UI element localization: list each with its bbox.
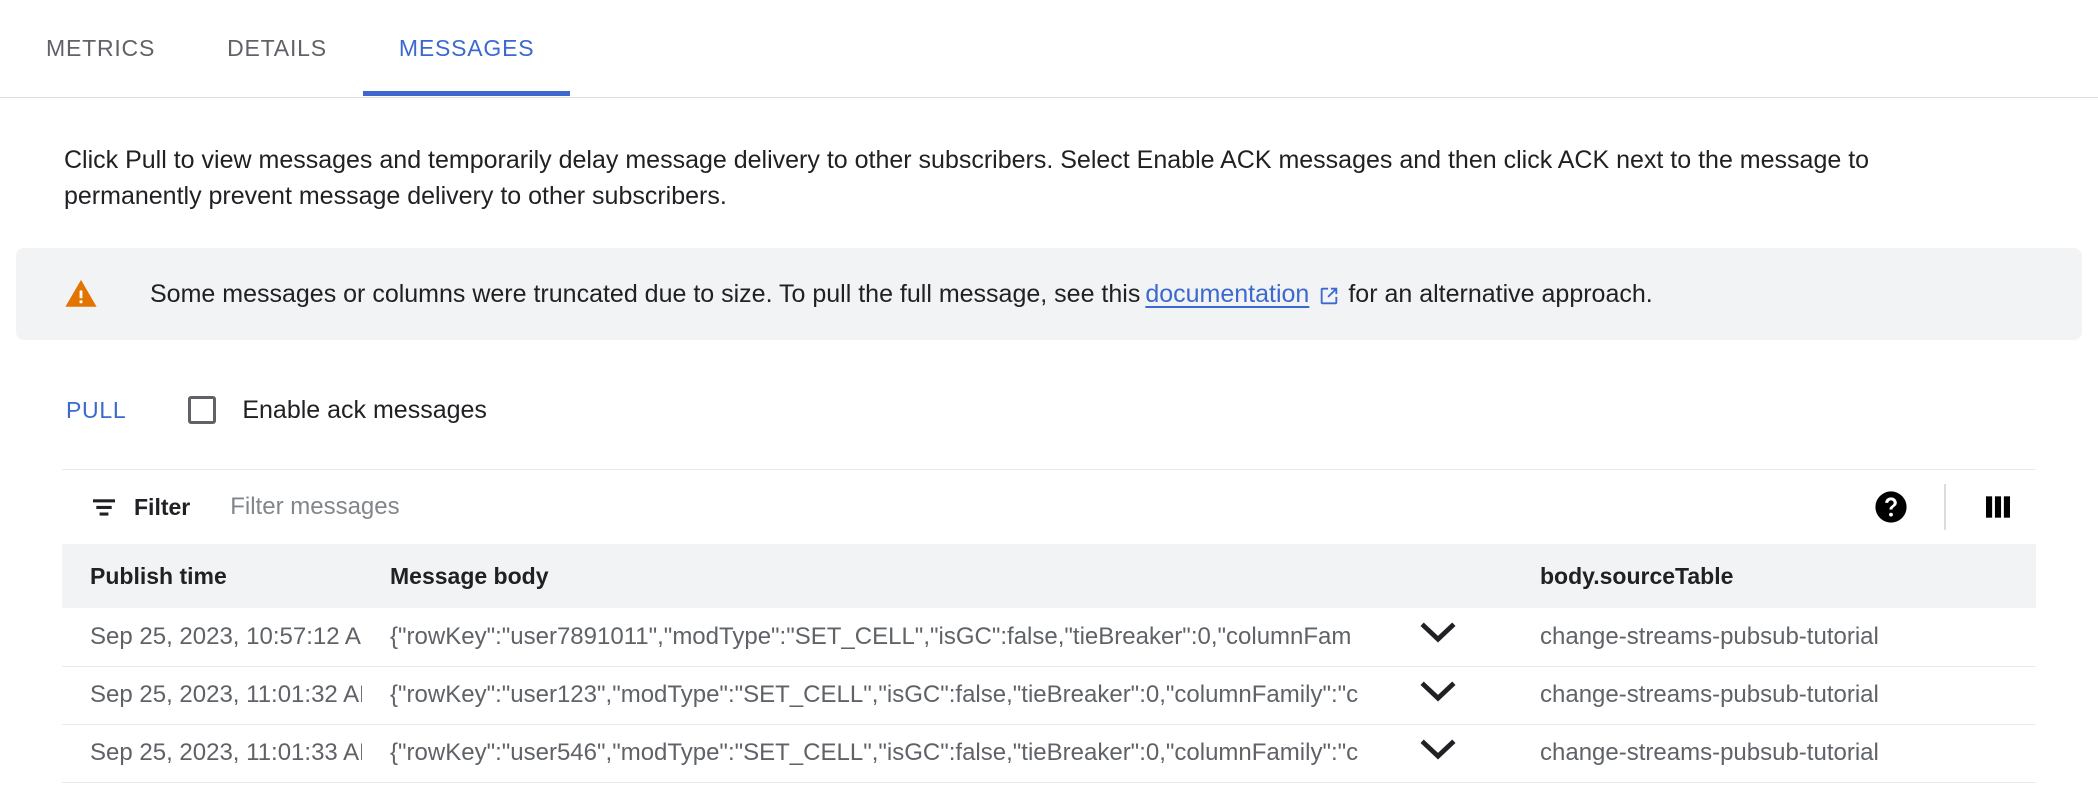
tab-list: METRICS DETAILS MESSAGES — [10, 0, 2098, 97]
tab-details[interactable]: DETAILS — [191, 0, 363, 96]
tab-messages[interactable]: MESSAGES — [362, 0, 571, 96]
cell-expander[interactable] — [1392, 608, 1512, 667]
cell-expander[interactable] — [1392, 724, 1512, 783]
warning-text-before: Some messages or columns were truncated … — [150, 279, 1141, 308]
column-header-expander — [1392, 544, 1512, 608]
cell-source-table: change-streams-pubsub-tutorial — [1512, 666, 2036, 725]
tab-bar: METRICS DETAILS MESSAGES — [0, 0, 2098, 98]
page-description: Click Pull to view messages and temporar… — [64, 146, 1870, 210]
filter-label: Filter — [134, 493, 191, 520]
column-header-publish-time[interactable]: Publish time — [62, 544, 362, 608]
cell-message-body: {"rowKey":"user123","modType":"SET_CELL"… — [362, 666, 1392, 725]
table-row[interactable]: Sep 25, 2023, 11:01:32 AM {"rowKey":"use… — [62, 666, 2036, 725]
enable-ack-messages-control[interactable]: Enable ack messages — [188, 396, 487, 425]
messages-table-body: Sep 25, 2023, 10:57:12 AM {"rowKey":"use… — [62, 608, 2036, 783]
cell-source-table: change-streams-pubsub-tutorial — [1512, 608, 2036, 667]
cell-publish-time: Sep 25, 2023, 10:57:12 AM — [62, 608, 362, 667]
help-circle-icon[interactable] — [1874, 490, 1908, 524]
table-header-row: Publish time Message body body.sourceTab… — [62, 544, 2036, 608]
tab-messages-label: MESSAGES — [398, 34, 535, 61]
tab-details-label: DETAILS — [227, 34, 327, 61]
cell-message-body: {"rowKey":"user7891011","modType":"SET_C… — [362, 608, 1392, 667]
tab-metrics-label: METRICS — [46, 34, 156, 61]
column-header-message-body[interactable]: Message body — [362, 544, 1392, 608]
messages-table-card: Filter Publish time Message body body.so… — [62, 469, 2036, 783]
warning-triangle-icon — [65, 279, 97, 307]
column-display-options-icon[interactable] — [1982, 493, 2014, 521]
pull-button[interactable]: PULL — [62, 391, 130, 430]
toolbar-divider — [1944, 484, 1946, 530]
filter-bar-actions — [1874, 484, 2014, 530]
message-actions-row: PULL Enable ack messages — [0, 384, 2098, 436]
filter-messages-input[interactable] — [230, 493, 1874, 521]
cell-expander[interactable] — [1392, 666, 1512, 725]
column-header-source-table[interactable]: body.sourceTable — [1512, 544, 2036, 608]
truncation-warning-text: Some messages or columns were truncated … — [150, 278, 1653, 311]
warning-text-after: for an alternative approach. — [1348, 279, 1653, 308]
chevron-down-icon[interactable] — [1420, 739, 1456, 761]
enable-ack-messages-checkbox[interactable] — [188, 396, 217, 424]
tab-metrics[interactable]: METRICS — [10, 0, 191, 96]
messages-table-head: Publish time Message body body.sourceTab… — [62, 544, 2036, 608]
cell-publish-time: Sep 25, 2023, 11:01:32 AM — [62, 666, 362, 725]
enable-ack-messages-label: Enable ack messages — [242, 395, 487, 424]
messages-table: Publish time Message body body.sourceTab… — [62, 544, 2036, 783]
table-row[interactable]: Sep 25, 2023, 10:57:12 AM {"rowKey":"use… — [62, 608, 2036, 667]
filter-bar: Filter — [62, 470, 2036, 544]
external-link-icon[interactable] — [1318, 285, 1340, 307]
documentation-link[interactable]: documentation — [1145, 278, 1309, 311]
table-row[interactable]: Sep 25, 2023, 11:01:33 AM {"rowKey":"use… — [62, 724, 2036, 783]
truncation-warning-banner: Some messages or columns were truncated … — [16, 248, 2082, 340]
filter-icon[interactable] — [90, 496, 118, 518]
cell-message-body: {"rowKey":"user546","modType":"SET_CELL"… — [362, 724, 1392, 783]
chevron-down-icon[interactable] — [1420, 622, 1456, 644]
cell-publish-time: Sep 25, 2023, 11:01:33 AM — [62, 724, 362, 783]
chevron-down-icon[interactable] — [1420, 681, 1456, 703]
cell-source-table: change-streams-pubsub-tutorial — [1512, 724, 2036, 783]
